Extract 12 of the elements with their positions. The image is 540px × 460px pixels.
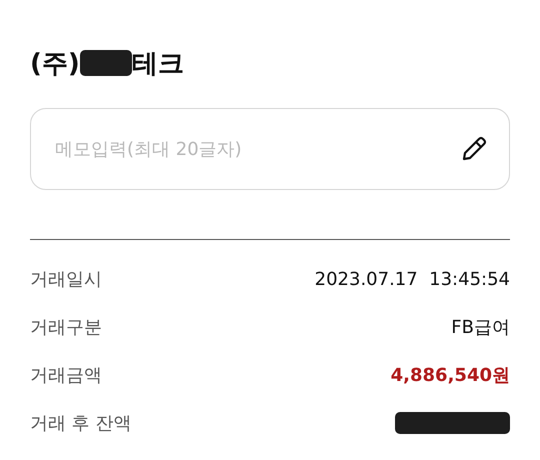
memo-field[interactable]: 메모입력(최대 20글자) <box>30 108 510 190</box>
amount-value: 4,886,540원 <box>390 364 510 387</box>
detail-label: 거래구분 <box>30 316 102 339</box>
detail-label: 거래 후 잔액 <box>30 412 132 435</box>
detail-value: 2023.07.17 13:45:54 <box>314 268 510 290</box>
detail-label: 거래금액 <box>30 364 102 387</box>
redaction-mark <box>80 50 132 76</box>
detail-label: 거래일시 <box>30 268 102 291</box>
pencil-icon[interactable] <box>460 135 488 163</box>
company-name: (주) <box>30 48 80 80</box>
detail-value: FB급여 <box>451 316 510 339</box>
company-name: 테크 <box>132 48 184 80</box>
